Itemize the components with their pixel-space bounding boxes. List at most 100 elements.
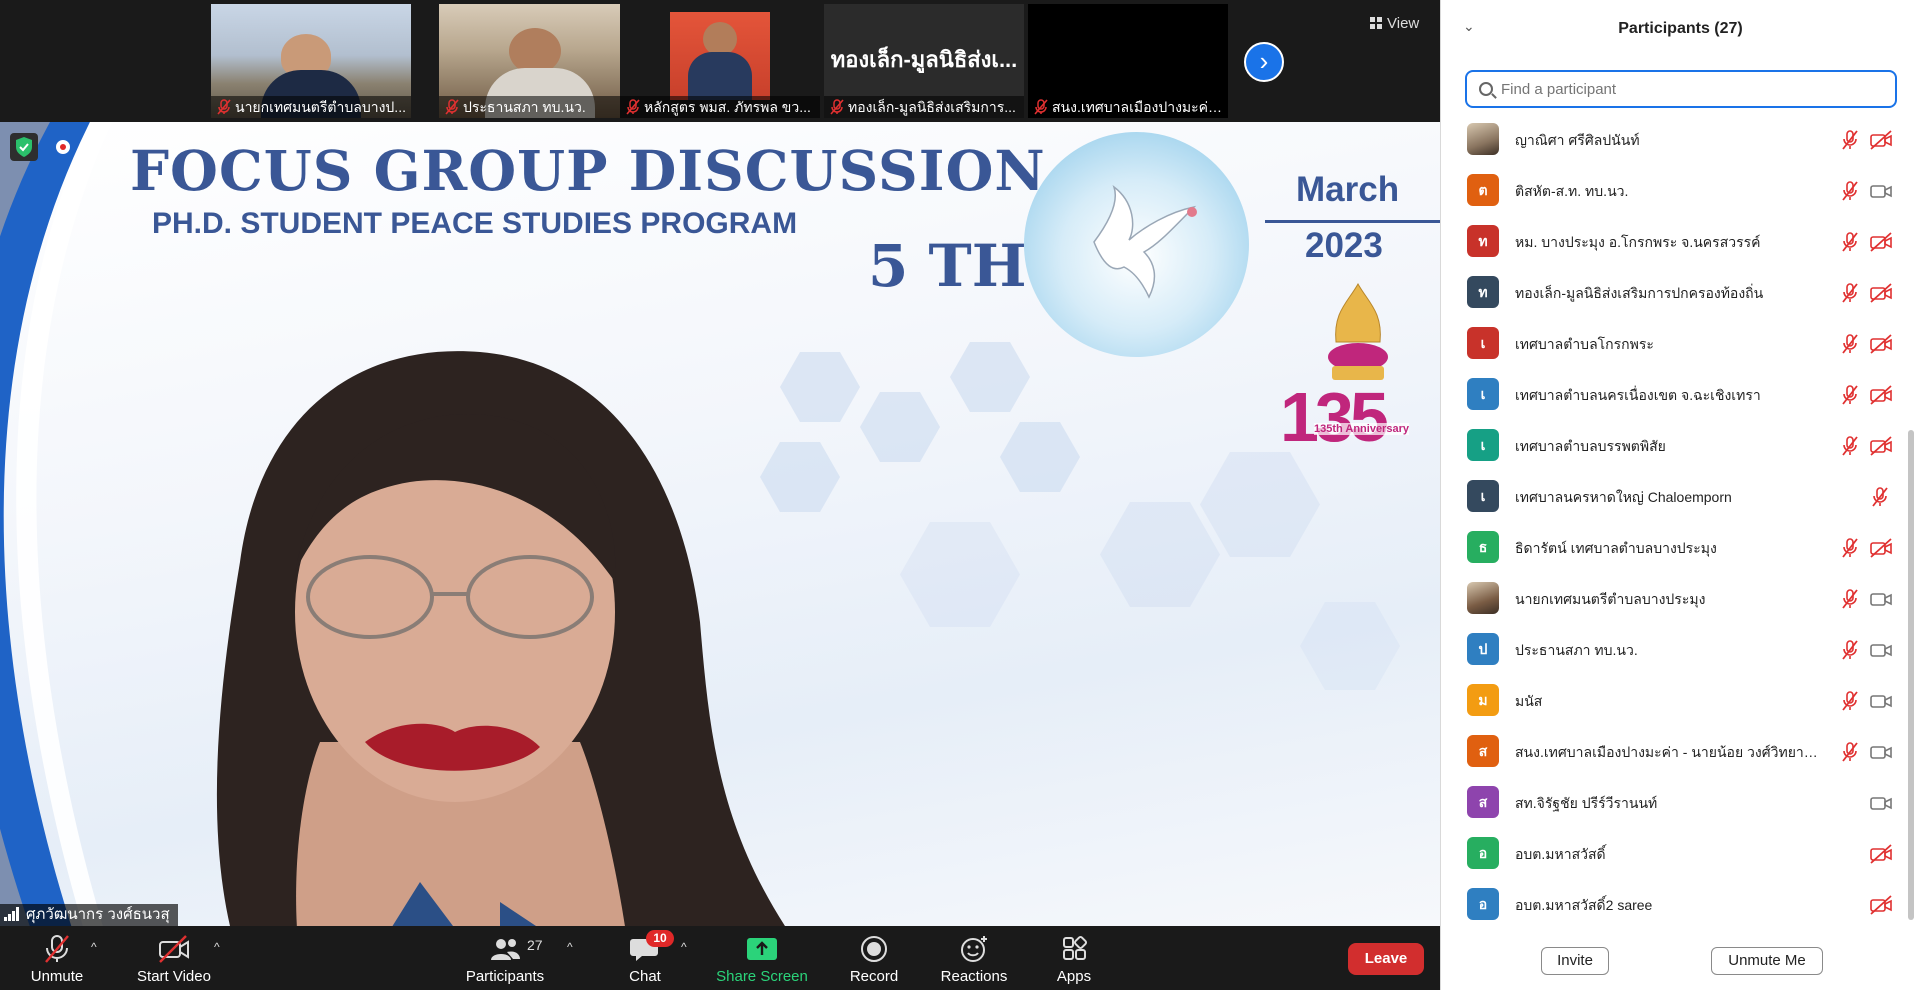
participant-list: ญาณิศา ศรีศิลปนันท์ตติสหัต-ส.ท. ทบ.นว. ทห… xyxy=(1441,114,1901,924)
mic-muted-icon xyxy=(445,99,459,115)
video-thumbnail[interactable]: หลักสูตร พมส. ภัทรพล ขว... xyxy=(620,4,820,118)
thumbnail-name-text: ทองเล็ก-มูลนิธิส่งเสริมการ... xyxy=(848,99,1016,115)
decor-hexagon xyxy=(860,392,940,462)
dove-logo xyxy=(1024,132,1249,357)
mic-muted-icon xyxy=(1839,741,1861,763)
leave-button[interactable]: Leave xyxy=(1348,943,1424,975)
meeting-toolbar: Unmute ^ Start Video ^ Participants 27 ^… xyxy=(0,926,1440,990)
reactions-button[interactable]: Reactions xyxy=(934,926,1014,990)
decor-hexagon xyxy=(1000,422,1080,492)
start-video-button[interactable]: Start Video xyxy=(128,926,220,990)
mic-muted-icon xyxy=(1839,384,1861,406)
participant-row[interactable]: เ เทศบาลตำบลบรรพตพิสัย xyxy=(1441,420,1901,471)
video-thumbnail[interactable]: สนง.เทศบาลเมืองปางมะค่า ... xyxy=(1028,4,1228,118)
mic-muted-icon xyxy=(1034,99,1048,115)
chat-label: Chat xyxy=(629,968,661,985)
speaker-name-text: ศุภวัฒนากร วงศ์ธนวสุ xyxy=(26,906,170,923)
participant-name: ทองเล็ก-มูลนิธิส่งเสริมการปกครองท้องถิ่น xyxy=(1515,285,1764,301)
participant-avatar: อ xyxy=(1467,888,1499,920)
thumbnail-name: สนง.เทศบาลเมืองปางมะค่า ... xyxy=(1028,96,1228,118)
scrollbar-thumb[interactable] xyxy=(1908,430,1914,920)
participant-search-box[interactable] xyxy=(1465,70,1897,108)
participant-row[interactable]: ท หม. บางประมุง อ.โกรกพระ จ.นครสวรรค์ xyxy=(1441,216,1901,267)
security-shield-icon[interactable] xyxy=(10,133,38,161)
video-off-icon xyxy=(1869,385,1893,405)
participant-row[interactable]: นายกเทศมนตรีตำบลบางประมุง xyxy=(1441,573,1901,624)
mic-muted-icon xyxy=(1839,282,1861,304)
mic-muted-icon xyxy=(1839,588,1861,610)
panel-title: Participants (27) xyxy=(1618,20,1743,37)
video-thumbnail[interactable]: ทองเล็ก-มูลนิธิส่งเ... ทองเล็ก-มูลนิธิส่… xyxy=(824,4,1024,118)
mic-muted-icon xyxy=(1869,486,1891,508)
view-button[interactable]: View xyxy=(1362,12,1428,36)
decor-hexagon xyxy=(950,342,1030,412)
anniversary-logo: 135 135th Anniversary xyxy=(1280,377,1420,465)
participant-avatar: เ xyxy=(1467,429,1499,461)
participants-options-chevron-up-icon[interactable]: ^ xyxy=(567,940,573,954)
share-screen-button[interactable]: Share Screen xyxy=(712,926,812,990)
video-camera-icon xyxy=(1869,181,1893,201)
record-button[interactable]: Record xyxy=(840,926,908,990)
participant-row[interactable]: ส สท.จิรัฐชัย ปรีร์วีรานนท์ xyxy=(1441,777,1901,828)
unmute-button[interactable]: Unmute xyxy=(16,926,98,990)
chat-options-chevron-up-icon[interactable]: ^ xyxy=(681,940,687,954)
mic-muted-icon xyxy=(626,99,640,115)
participant-row[interactable]: ญาณิศา ศรีศิลปนันท์ xyxy=(1441,114,1901,165)
participant-row[interactable]: เ เทศบาลตำบลนครเนื่องเขต จ.ฉะเชิงเทรา xyxy=(1441,369,1901,420)
mic-muted-icon xyxy=(1839,435,1861,457)
slide-year: 2023 xyxy=(1305,226,1383,265)
thumbnail-name-text: ประธานสภา ทบ.นว. xyxy=(463,99,586,115)
thumbnail-name-text: หลักสูตร พมส. ภัทรพล ขว... xyxy=(644,99,811,115)
university-seal-icon xyxy=(1328,282,1388,380)
participant-row[interactable]: ท ทองเล็ก-มูลนิธิส่งเสริมการปกครองท้องถิ่… xyxy=(1441,267,1901,318)
participant-row[interactable]: ธ ธิดารัตน์ เทศบาลตำบลบางประมุง xyxy=(1441,522,1901,573)
next-page-arrow-icon[interactable]: › xyxy=(1244,42,1284,82)
participant-row[interactable]: เ เทศบาลนครหาดใหญ่ Chaloemporn xyxy=(1441,471,1901,522)
slide-subtitle: PH.D. STUDENT PEACE STUDIES PROGRAM xyxy=(152,207,798,240)
video-camera-icon xyxy=(1869,742,1893,762)
participant-name: เทศบาลนครหาดใหญ่ Chaloemporn xyxy=(1515,489,1732,505)
participant-row[interactable]: ม มนัส xyxy=(1441,675,1901,726)
video-thumbnail[interactable]: นายกเทศมนตรีตำบลบางป... xyxy=(211,4,411,118)
unmute-me-button[interactable]: Unmute Me xyxy=(1711,947,1823,975)
start-video-label: Start Video xyxy=(137,968,211,985)
share-screen-label: Share Screen xyxy=(716,968,808,985)
participant-row[interactable]: ต ติสหัต-ส.ท. ทบ.นว. xyxy=(1441,165,1901,216)
grid-icon xyxy=(1370,17,1382,29)
participant-name: ประธานสภา ทบ.นว. xyxy=(1515,642,1638,658)
participant-avatar: ส xyxy=(1467,786,1499,818)
apps-button[interactable]: Apps xyxy=(1044,926,1104,990)
participant-avatar: ท xyxy=(1467,276,1499,308)
participant-row[interactable]: อ อบต.มหาสวัสดิ์ xyxy=(1441,828,1901,879)
thumbnail-name-text: สนง.เทศบาลเมืองปางมะค่า ... xyxy=(1052,99,1228,115)
participant-name: ญาณิศา ศรีศิลปนันท์ xyxy=(1515,132,1640,148)
mic-muted-icon xyxy=(1839,537,1861,559)
participant-avatar: ป xyxy=(1467,633,1499,665)
participants-button[interactable]: Participants xyxy=(460,926,550,990)
decor-hexagon xyxy=(1300,602,1400,690)
participants-panel: ⌄ Participants (27) ญาณิศา ศรีศิลปนันท์ต… xyxy=(1440,0,1920,990)
active-speaker-name: ศุภวัฒนากร วงศ์ธนวสุ xyxy=(0,904,178,926)
audio-options-chevron-up-icon[interactable]: ^ xyxy=(91,940,97,954)
mic-muted-icon xyxy=(1839,639,1861,661)
participants-icon xyxy=(491,939,520,960)
participant-row[interactable]: ส สนง.เทศบาลเมืองปางมะค่า - นายน้อย วงศ์ว… xyxy=(1441,726,1901,777)
search-input[interactable] xyxy=(1501,72,1881,106)
thumbnail-name: หลักสูตร พมส. ภัทรพล ขว... xyxy=(620,96,820,118)
video-camera-icon xyxy=(1869,640,1893,660)
participant-name: ธิดารัตน์ เทศบาลตำบลบางประมุง xyxy=(1515,540,1717,556)
participant-list-scrollbar[interactable] xyxy=(1907,110,1915,924)
participant-row[interactable]: อ อบต.มหาสวัสดิ์2 saree xyxy=(1441,879,1901,924)
mic-muted-icon xyxy=(1839,231,1861,253)
video-thumbnail[interactable]: ประธานสภา ทบ.นว. xyxy=(439,4,639,118)
participant-name: อบต.มหาสวัสดิ์ xyxy=(1515,846,1606,862)
participant-row[interactable]: เ เทศบาลตำบลโกรกพระ xyxy=(1441,318,1901,369)
invite-button[interactable]: Invite xyxy=(1541,947,1609,975)
record-label: Record xyxy=(849,968,899,985)
thumbnail-name-text: นายกเทศมนตรีตำบลบางป... xyxy=(235,99,406,115)
anniversary-number: 135 xyxy=(1280,378,1389,456)
participant-name: มนัส xyxy=(1515,693,1543,709)
video-options-chevron-up-icon[interactable]: ^ xyxy=(214,940,220,954)
thumbnail-name: นายกเทศมนตรีตำบลบางป... xyxy=(211,96,411,118)
participant-row[interactable]: ป ประธานสภา ทบ.นว. xyxy=(1441,624,1901,675)
